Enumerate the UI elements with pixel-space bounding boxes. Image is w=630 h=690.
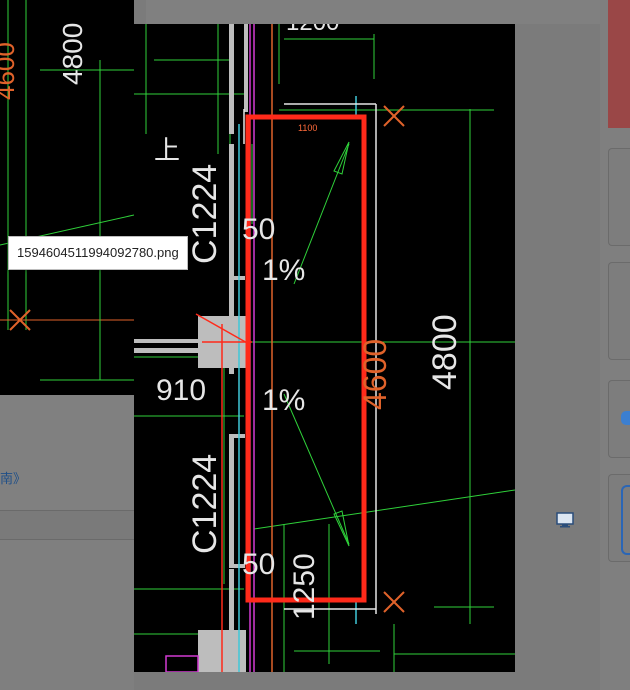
background-drawing-svg: 4800 4600 (0, 0, 135, 381)
lower-panel-body (0, 540, 134, 690)
guide-link[interactable]: 南》 (0, 468, 26, 487)
right-banner-ad[interactable] (608, 0, 630, 128)
slope-bottom: 1% (262, 384, 305, 417)
side-card-4[interactable] (608, 474, 630, 562)
share-icon (621, 411, 630, 425)
background-dim-4800: 4800 (57, 23, 88, 85)
zoomed-image[interactable]: 1100 200 1200 上 C1224 C1224 50 50 1% 1% … (134, 24, 515, 672)
dim-1100: 1100 (298, 123, 317, 133)
dim-top-left: 200 (162, 24, 202, 28)
top-panel-strip (146, 0, 600, 24)
filename-tooltip: 1594604511994092780.png (8, 236, 188, 270)
side-card-2[interactable] (608, 262, 630, 360)
background-dim-4600: 4600 (0, 42, 20, 100)
up-mark: 上 (154, 135, 180, 165)
phone-icon (621, 485, 630, 555)
dim-50-top: 50 (242, 213, 275, 246)
dim-910: 910 (156, 374, 206, 407)
side-card-3[interactable] (608, 380, 630, 458)
monitor-icon[interactable] (556, 512, 574, 528)
dim-50-bottom: 50 (242, 548, 275, 581)
dim-c1224-bottom: C1224 (186, 454, 224, 554)
background-cad-drawing: 4800 4600 (0, 0, 135, 395)
lower-panel-header (0, 510, 134, 540)
cad-drawing: 1100 200 1200 上 C1224 C1224 50 50 1% 1% … (134, 24, 515, 672)
side-card-1[interactable] (608, 148, 630, 246)
dim-1250: 1250 (288, 553, 321, 620)
slope-top: 1% (262, 254, 305, 287)
dim-c1224-top: C1224 (186, 164, 224, 264)
dim-top-partial: 1200 (286, 24, 339, 36)
dim-4600: 4600 (357, 339, 393, 410)
dim-4800: 4800 (426, 314, 464, 390)
tooltip-text: 1594604511994092780.png (17, 245, 179, 260)
